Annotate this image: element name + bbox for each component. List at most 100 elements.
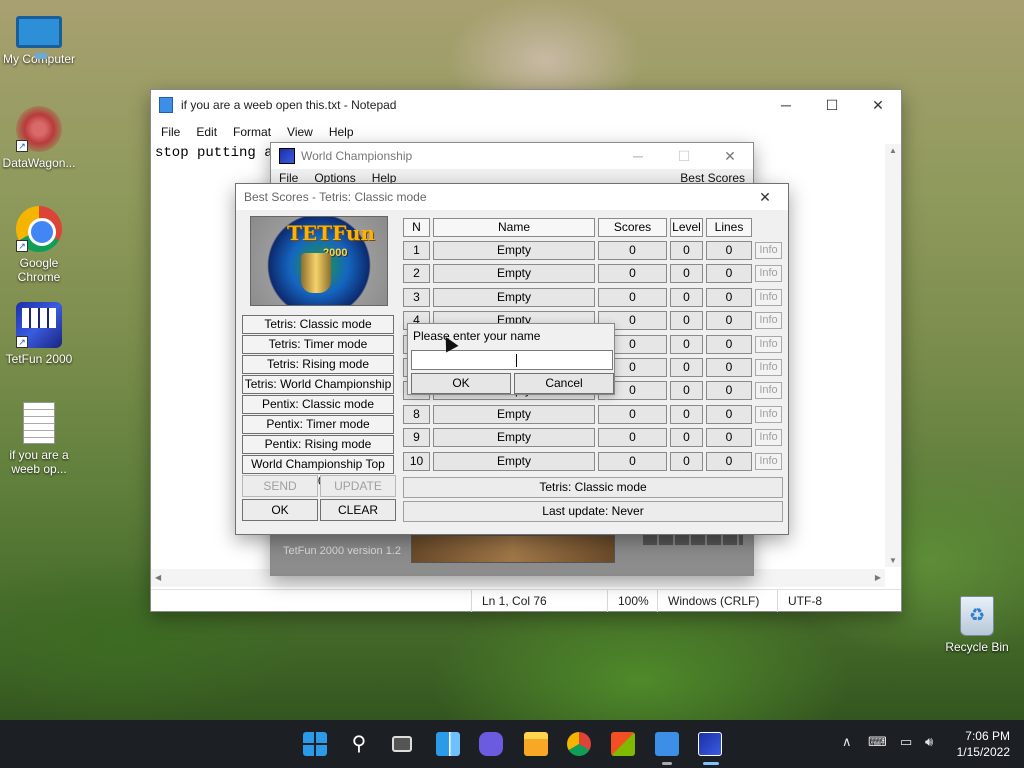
- info-button[interactable]: Info: [755, 359, 782, 376]
- row-level: 0: [670, 404, 703, 424]
- search-icon[interactable]: ⚲: [347, 732, 371, 756]
- name-input[interactable]: [411, 350, 613, 370]
- last-update-bar: Last update: Never: [403, 501, 783, 522]
- task-view-icon[interactable]: [392, 736, 412, 752]
- best-scores-titlebar[interactable]: Best Scores - Tetris: Classic mode ✕: [236, 184, 788, 210]
- chevron-up-icon[interactable]: ∧: [842, 734, 852, 750]
- menu-edit[interactable]: Edit: [188, 125, 225, 139]
- desktop-icon-recycle-bin[interactable]: Recycle Bin: [940, 596, 1014, 654]
- desktop-icon-label: Recycle Bin: [945, 640, 1009, 654]
- info-button[interactable]: Info: [755, 382, 782, 400]
- row-level: 0: [670, 451, 703, 471]
- version-label: TetFun 2000 version 1.2: [283, 545, 402, 557]
- widgets-icon[interactable]: [436, 732, 460, 756]
- update-button[interactable]: UPDATE: [320, 475, 396, 497]
- minimize-button[interactable]: ─: [615, 141, 661, 171]
- trophy-icon: [301, 253, 331, 293]
- world-championship-titlebar[interactable]: World Championship ─ ☐ ✕: [271, 143, 753, 169]
- minimize-button[interactable]: ─: [763, 90, 809, 120]
- mode-tetris-rising[interactable]: Tetris: Rising mode: [242, 355, 394, 374]
- tetfun-logo: TETFun 2000: [250, 216, 388, 306]
- status-zoom: 100%: [607, 589, 657, 612]
- info-button[interactable]: Info: [755, 312, 782, 330]
- name-prompt-cancel-button[interactable]: Cancel: [514, 373, 614, 394]
- volume-icon[interactable]: 🔊︎: [925, 734, 933, 750]
- close-button[interactable]: ✕: [742, 182, 788, 212]
- file-explorer-icon[interactable]: [524, 732, 548, 756]
- info-button[interactable]: Info: [755, 405, 782, 423]
- row-lines: 0: [706, 451, 752, 471]
- tetfun-app-icon: [279, 148, 295, 164]
- notepad-titlebar[interactable]: if you are a weeb open this.txt - Notepa…: [151, 90, 901, 120]
- chat-icon[interactable]: [479, 732, 503, 756]
- mode-pentix-classic[interactable]: Pentix: Classic mode: [242, 395, 394, 414]
- send-button[interactable]: SEND: [242, 475, 318, 497]
- row-scores: 0: [598, 404, 667, 424]
- row-name: Empty: [433, 451, 595, 471]
- menu-file[interactable]: File: [153, 125, 188, 139]
- start-icon[interactable]: [303, 732, 327, 756]
- info-button[interactable]: Info: [755, 242, 782, 259]
- close-button[interactable]: ✕: [707, 141, 753, 171]
- desktop-icon-datawagon[interactable]: ↗ DataWagon...: [0, 106, 78, 170]
- name-prompt-label: Please enter your name: [413, 329, 541, 343]
- menu-view[interactable]: View: [279, 125, 321, 139]
- mode-pentix-timer[interactable]: Pentix: Timer mode: [242, 415, 394, 434]
- desktop-icon-my-computer[interactable]: My Computer: [0, 10, 78, 66]
- info-button[interactable]: Info: [755, 288, 782, 306]
- info-button[interactable]: Info: [755, 335, 782, 353]
- info-button[interactable]: Info: [755, 452, 782, 470]
- shortcut-arrow-icon: ↗: [16, 336, 28, 348]
- row-lines: 0: [706, 428, 752, 448]
- desktop-icon-tetfun[interactable]: ↗ TetFun 2000: [0, 302, 78, 366]
- row-number: 8: [403, 404, 430, 424]
- close-button[interactable]: ✕: [855, 90, 901, 120]
- name-prompt-ok-button[interactable]: OK: [411, 373, 511, 394]
- mode-tetris-classic[interactable]: Tetris: Classic mode: [242, 315, 394, 334]
- tetfun-icon[interactable]: [698, 732, 722, 756]
- taskbar: ⚲ ∧ ⌨ ▭ 🔊︎ 7:06 PM 1/15/2022: [0, 720, 1024, 768]
- keyboard-icon[interactable]: ⌨: [868, 734, 887, 750]
- network-icon[interactable]: ▭: [900, 734, 912, 750]
- game-preview-image: [411, 535, 615, 563]
- scroll-left-icon[interactable]: ◀: [155, 573, 161, 582]
- column-header-n: N: [403, 218, 430, 237]
- info-button[interactable]: Info: [755, 265, 782, 283]
- status-position: Ln 1, Col 76: [471, 589, 607, 612]
- notepad-icon: [159, 97, 173, 113]
- chrome-icon[interactable]: [567, 732, 591, 756]
- notepad-title: if you are a weeb open this.txt - Notepa…: [181, 98, 397, 112]
- desktop-icon-text-file[interactable]: if you are a weeb op...: [0, 402, 78, 476]
- clear-button[interactable]: CLEAR: [320, 499, 396, 521]
- ok-button[interactable]: OK: [242, 499, 318, 521]
- mode-world-championship-top10[interactable]: World Championship Top 10: [242, 455, 394, 488]
- mode-tetris-world-championship[interactable]: Tetris: World Championship: [242, 375, 394, 394]
- vertical-scrollbar[interactable]: ▲ ▼: [885, 144, 901, 567]
- store-icon[interactable]: [611, 732, 635, 756]
- mode-tetris-timer[interactable]: Tetris: Timer mode: [242, 335, 394, 354]
- status-encoding: UTF-8: [777, 589, 901, 612]
- desktop-icon-chrome[interactable]: ↗ Google Chrome: [0, 206, 78, 284]
- datawagon-icon: ↗: [16, 106, 62, 152]
- current-mode-bar: Tetris: Classic mode: [403, 477, 783, 498]
- scroll-down-icon[interactable]: ▼: [889, 556, 897, 565]
- clock[interactable]: 7:06 PM 1/15/2022: [957, 728, 1010, 760]
- scroll-right-icon[interactable]: ▶: [875, 573, 881, 582]
- row-level: 0: [670, 428, 703, 448]
- recycle-bin-icon: [960, 596, 994, 636]
- maximize-button[interactable]: ☐: [661, 141, 707, 171]
- scroll-up-icon[interactable]: ▲: [889, 146, 897, 155]
- notepad-icon[interactable]: [655, 732, 679, 756]
- menu-help[interactable]: Help: [321, 125, 362, 139]
- row-level: 0: [670, 311, 703, 331]
- clock-date: 1/15/2022: [956, 745, 1010, 759]
- row-lines: 0: [706, 381, 752, 401]
- world-championship-title: World Championship: [301, 149, 413, 163]
- mode-pentix-rising[interactable]: Pentix: Rising mode: [242, 435, 394, 454]
- row-name: Empty: [433, 241, 595, 260]
- maximize-button[interactable]: ☐: [809, 90, 855, 120]
- menu-format[interactable]: Format: [225, 125, 279, 139]
- row-lines: 0: [706, 334, 752, 354]
- info-button[interactable]: Info: [755, 429, 782, 447]
- shortcut-arrow-icon: ↗: [16, 140, 28, 152]
